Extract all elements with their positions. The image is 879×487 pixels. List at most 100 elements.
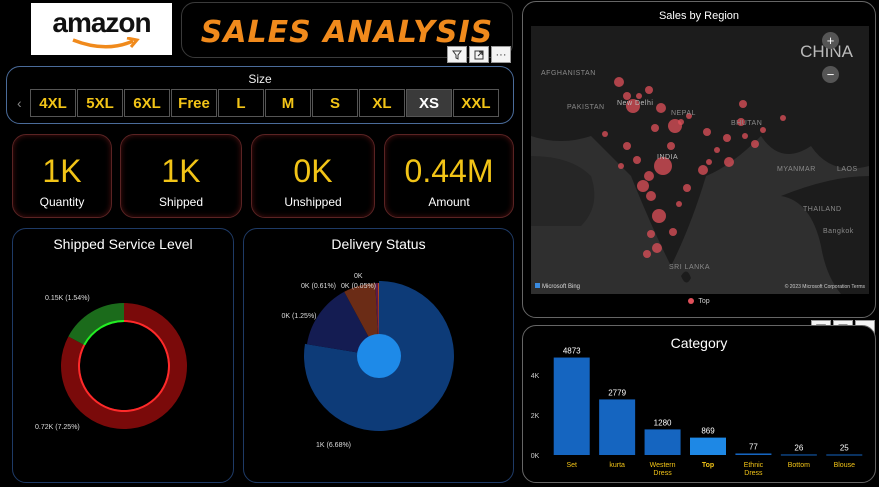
map-label-pakistan: PAKISTAN [567, 104, 605, 111]
legend-dot-icon [688, 298, 695, 305]
map-point-28[interactable] [676, 201, 682, 207]
bar-chart[interactable]: 0K2K4K4873Set2779kurta1280WesternDress86… [523, 326, 877, 484]
bar-kurta[interactable] [599, 399, 636, 455]
map-point-9[interactable] [703, 128, 711, 136]
map-point-13[interactable] [760, 127, 766, 133]
map-point-12[interactable] [742, 133, 748, 139]
category-chart: Category 0K 2K 4K 4873 Set 2779 kurta 1280 Weste… [522, 325, 876, 483]
size-option-4xl[interactable]: 4XL [30, 89, 76, 117]
pie-label-125: 0K (1.25%) [281, 313, 317, 320]
x-tick-label: Ethnic [744, 462, 764, 469]
size-option-xxl[interactable]: XXL [453, 89, 499, 117]
filter-icon[interactable] [447, 46, 467, 63]
map-point-16[interactable] [714, 147, 720, 153]
map-point-36[interactable] [623, 142, 631, 150]
size-option-m[interactable]: M [265, 89, 311, 117]
map-point-26[interactable] [643, 250, 651, 258]
bar-value-label: 77 [749, 442, 758, 451]
map-point-27[interactable] [669, 228, 677, 236]
size-option-xs[interactable]: XS [406, 89, 452, 117]
size-option-xl[interactable]: XL [359, 89, 405, 117]
map-point-29[interactable] [683, 184, 691, 192]
pie-label-tiny: 0K [354, 273, 363, 280]
map-label-thailand: THAILAND [803, 206, 842, 213]
map-point-25[interactable] [652, 243, 662, 253]
map-point-35[interactable] [602, 131, 608, 137]
bing-icon [535, 283, 540, 288]
map-point-21[interactable] [637, 180, 649, 192]
map-point-14[interactable] [780, 115, 786, 121]
kpi-value: 1K [161, 153, 201, 189]
pie-chart[interactable] [244, 229, 515, 484]
map-point-30[interactable] [698, 165, 708, 175]
kpi-card-quantity: 1K Quantity [12, 134, 112, 218]
x-tick-label: Top [702, 462, 714, 469]
bar-set[interactable] [553, 357, 590, 455]
map-point-22[interactable] [646, 191, 656, 201]
donut-chart[interactable] [13, 229, 235, 484]
map-point-8[interactable] [678, 119, 684, 125]
more-options-icon[interactable]: ··· [491, 46, 511, 63]
map-label-bhutan: BHUTAN [731, 120, 763, 127]
zoom-out-button[interactable]: − [822, 66, 839, 83]
map-label-nepal: NEPAL [671, 110, 696, 117]
map-point-32[interactable] [751, 140, 759, 148]
donut-label-green: 0.15K (1.54%) [45, 295, 90, 302]
zoom-in-button[interactable]: + [822, 32, 839, 49]
map-points[interactable] [531, 26, 869, 294]
report-title: SALES ANALYSIS [200, 15, 494, 50]
map-canvas[interactable]: AFGHANISTAN PAKISTAN New Delhi NEPAL IND… [531, 26, 869, 294]
kpi-label: Quantity [39, 195, 85, 209]
y-tick-label: 0K [531, 453, 540, 460]
map-point-4[interactable] [645, 86, 653, 94]
bar-value-label: 26 [794, 443, 803, 452]
map-copyright[interactable]: © 2023 Microsoft Corporation Terms [785, 284, 865, 290]
map-point-6[interactable] [651, 124, 659, 132]
map-point-37[interactable] [618, 163, 624, 169]
bar-value-label: 2779 [608, 388, 626, 397]
size-option-l[interactable]: L [218, 89, 264, 117]
map-point-5[interactable] [656, 103, 666, 113]
size-option-5xl[interactable]: 5XL [77, 89, 123, 117]
map-point-0[interactable] [614, 77, 624, 87]
map-point-34[interactable] [739, 100, 747, 108]
map-point-23[interactable] [652, 209, 666, 223]
bar-bottom[interactable] [780, 454, 817, 456]
shipped-service-level-chart: Shipped Service Level 0.15K (1.54%) 0.72… [12, 228, 234, 483]
x-tick-label: Western [650, 462, 676, 469]
map-label-afghanistan: AFGHANISTAN [541, 70, 596, 77]
map-point-15[interactable] [667, 142, 675, 150]
x-tick-label: Blouse [834, 462, 856, 469]
map-point-3[interactable] [636, 93, 642, 99]
size-option-free[interactable]: Free [171, 89, 217, 117]
y-tick-label: 4K [531, 373, 540, 380]
map-point-19[interactable] [644, 171, 654, 181]
pie-label-005: 0K (0.05%) [341, 283, 377, 290]
x-tick-label: Dress [744, 470, 763, 477]
map-point-20[interactable] [633, 156, 641, 164]
bar-western-dress[interactable] [644, 429, 681, 455]
map-point-17[interactable] [706, 159, 712, 165]
focus-mode-icon[interactable] [469, 46, 489, 63]
delivery-status-chart: Delivery Status 0K 0K (0.61%) 0K (0.05%)… [243, 228, 514, 483]
x-tick-label: Dress [653, 470, 672, 477]
size-option-6xl[interactable]: 6XL [124, 89, 170, 117]
pie-center-highlight [357, 334, 401, 378]
bar-top[interactable] [690, 437, 726, 455]
kpi-value: 0K [293, 153, 333, 189]
map-point-31[interactable] [724, 157, 734, 167]
chevron-left-icon[interactable]: ‹ [17, 95, 29, 111]
bar-blouse[interactable] [826, 454, 863, 456]
bar-value-label: 25 [840, 444, 849, 453]
map-label-bangkok: Bangkok [823, 228, 854, 235]
map-point-1[interactable] [623, 92, 631, 100]
kpi-card-shipped: 1K Shipped [120, 134, 242, 218]
donut-slice-1[interactable] [68, 303, 124, 346]
map-point-10[interactable] [723, 134, 731, 142]
size-options: ‹ 4XL 5XL 6XL Free L M S XL XS XXL [17, 89, 499, 117]
bar-ethnic-dress[interactable] [735, 453, 772, 455]
kpi-label: Amount [428, 195, 470, 209]
kpi-value: 1K [42, 153, 82, 189]
size-option-s[interactable]: S [312, 89, 358, 117]
map-point-24[interactable] [647, 230, 655, 238]
